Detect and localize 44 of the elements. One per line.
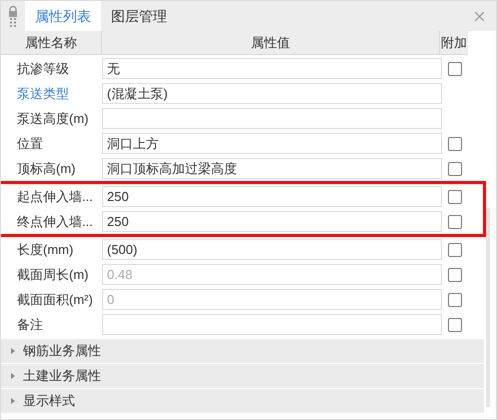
checkbox[interactable]	[448, 162, 462, 176]
property-name[interactable]: 泵送类型	[17, 84, 69, 104]
group-header[interactable]: 显示样式	[1, 389, 484, 413]
property-name: 备注	[17, 316, 43, 334]
checkbox[interactable]	[448, 136, 462, 150]
lock-icon	[8, 6, 18, 16]
group-label: 土建业务属性	[23, 367, 101, 386]
expand-arrow-icon	[11, 348, 15, 354]
property-name: 泵送高度(m)	[17, 110, 88, 128]
value-field[interactable]: 洞口顶标高加过梁高度	[102, 158, 442, 179]
column-header: 属性值	[102, 31, 440, 54]
checkbox[interactable]	[448, 214, 462, 228]
property-name: 截面周长(m)	[17, 266, 88, 284]
property-name: 长度(mm)	[17, 240, 74, 259]
value-field[interactable]: 250	[102, 211, 442, 232]
value-field[interactable]: 250	[102, 186, 442, 207]
value-field[interactable]: 无	[102, 58, 442, 79]
group-label: 钢筋业务属性	[23, 342, 101, 360]
checkbox[interactable]	[448, 62, 462, 76]
column-header: 属性名称	[1, 31, 102, 54]
drag-handle-icon[interactable]	[10, 18, 16, 26]
tab[interactable]: 图层管理	[101, 1, 177, 31]
column-header: 附加	[440, 34, 468, 52]
value-field[interactable]	[102, 314, 442, 335]
value-field[interactable]: (混凝土泵)	[102, 83, 442, 104]
group-label: 显示样式	[23, 392, 75, 410]
property-name: 截面面积(m²)	[17, 290, 93, 309]
value-field[interactable]: (500)	[102, 239, 442, 260]
property-name: 抗渗等级	[17, 60, 69, 78]
checkbox[interactable]	[448, 318, 462, 332]
checkbox[interactable]	[448, 190, 462, 204]
property-name: 顶标高(m)	[17, 160, 76, 178]
property-name: 终点伸入墙...	[17, 212, 93, 231]
property-name: 起点伸入墙...	[17, 188, 93, 206]
group-header[interactable]: 土建业务属性	[1, 364, 484, 388]
property-name: 位置	[17, 134, 43, 153]
checkbox[interactable]	[448, 242, 462, 256]
tab[interactable]: 属性列表	[25, 1, 101, 31]
expand-arrow-icon	[11, 398, 15, 404]
value-field[interactable]: 洞口上方	[102, 133, 442, 154]
close-icon[interactable]	[475, 12, 484, 20]
value-field[interactable]	[102, 108, 442, 129]
expand-arrow-icon	[11, 373, 15, 379]
group-header[interactable]: 钢筋业务属性	[1, 339, 484, 363]
